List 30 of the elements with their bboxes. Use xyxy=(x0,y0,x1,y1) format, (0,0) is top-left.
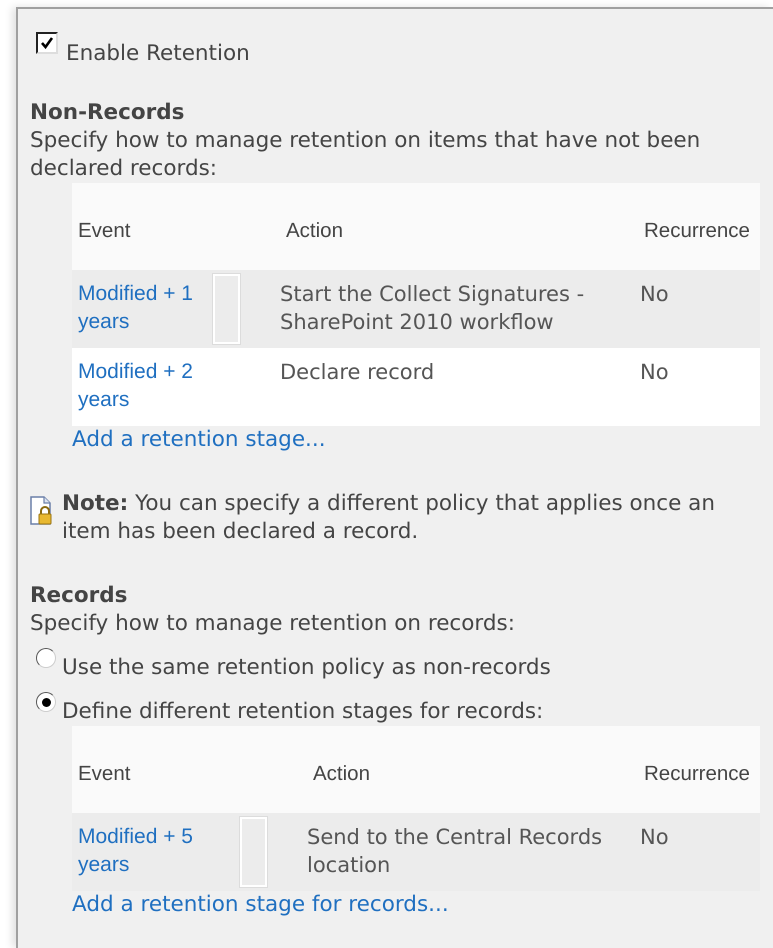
note-text: Note: You can specify a different policy that applies once an item has been declared a record. xyxy=(62,490,716,546)
recurrence-text: No xyxy=(639,281,670,308)
action-text: Start the Collect Signatures - SharePoint 2010 workflow xyxy=(280,281,586,336)
recurrence-text: No xyxy=(639,824,670,851)
section-description: Specify how to manage retention on items that have not been declared records: xyxy=(30,127,702,183)
section-heading: Non-Records xyxy=(30,99,186,127)
column-header: Recurrence xyxy=(643,218,751,244)
event-link[interactable]: Modified + 5 years xyxy=(72,823,240,891)
recurrence-text: No xyxy=(639,359,670,386)
action-text: Send to the Central Records location xyxy=(307,824,604,879)
section-heading: Records xyxy=(30,582,128,610)
radio-button[interactable] xyxy=(36,692,56,712)
column-header: Action xyxy=(312,760,371,786)
document-lock-icon xyxy=(30,496,54,526)
action-text: Declare record xyxy=(280,359,436,386)
column-header: Recurrence xyxy=(643,760,751,786)
column-header: Event xyxy=(77,218,132,244)
radio-button[interactable] xyxy=(36,648,56,668)
add-stage-link[interactable]: Add a retention stage... xyxy=(72,426,326,454)
column-header: Event xyxy=(77,760,132,786)
event-link[interactable]: Modified + 2 years xyxy=(72,358,213,426)
radio-label: Define different retention stages for records: xyxy=(62,698,544,726)
column-header: Action xyxy=(285,218,344,244)
event-link[interactable]: Modified + 1 years xyxy=(72,280,213,348)
checkbox-label: Enable Retention xyxy=(66,40,250,68)
checkbox[interactable] xyxy=(36,32,58,54)
radio-label: Use the same retention policy as non-records xyxy=(62,654,551,682)
add-stage-link[interactable]: Add a retention stage for records... xyxy=(72,891,449,919)
section-description: Specify how to manage retention on records: xyxy=(30,610,516,638)
checkmark-icon xyxy=(40,36,54,50)
